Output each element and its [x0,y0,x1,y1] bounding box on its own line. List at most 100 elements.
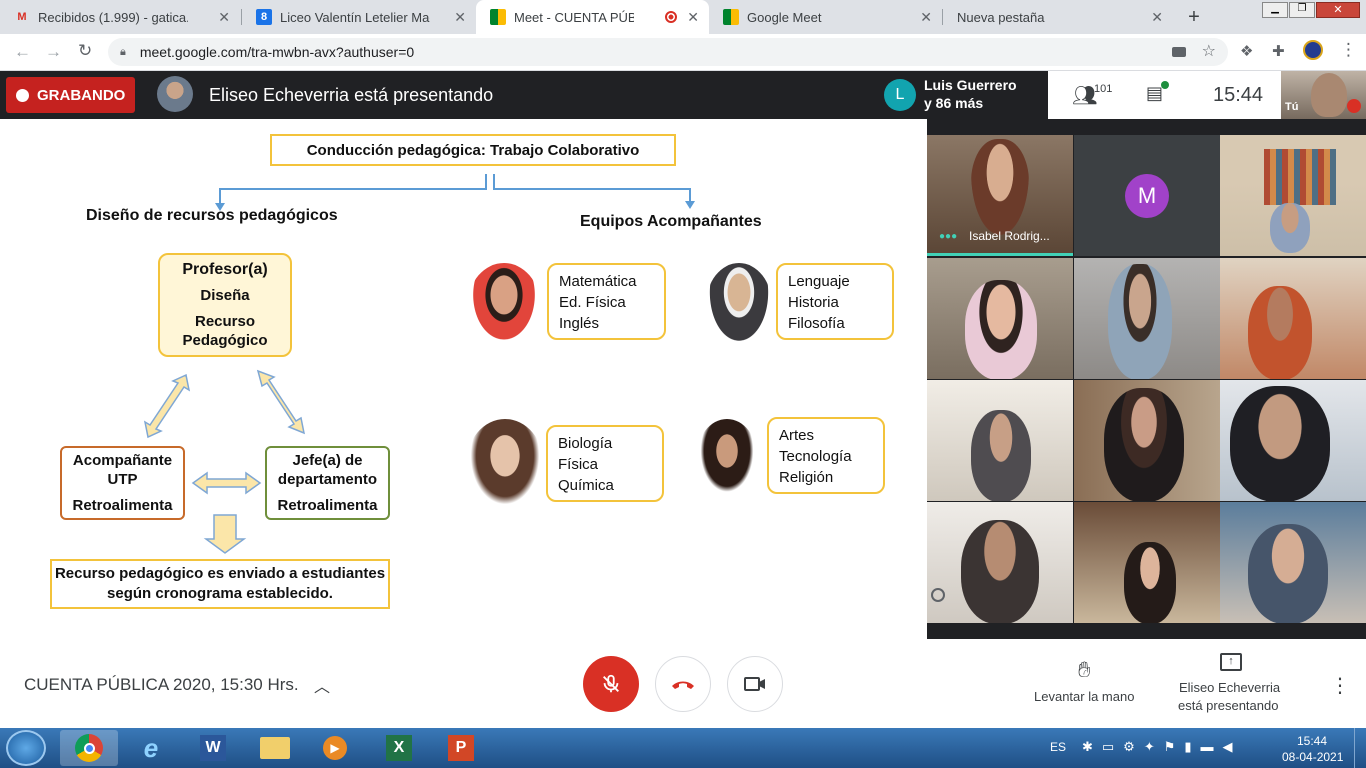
team-box-1: Matemática Ed. Física Inglés [547,263,666,340]
presenter-avatar [157,76,193,112]
window-close-icon[interactable]: ✕ [1316,2,1360,18]
tray-icons[interactable]: ✱▭⚙✦⚑▮▬◀ [1082,739,1242,755]
profile-avatar[interactable] [1303,40,1323,60]
mic-off-icon [603,674,619,693]
presenting-text: Eliseo Echeverria está presentando [209,85,494,105]
powerpoint-icon: P [448,735,474,761]
bookmark-star-icon[interactable]: ☆ [1202,41,1216,61]
close-icon[interactable]: ✕ [687,9,699,26]
self-label: Tú [1285,101,1299,113]
presenting-label-1[interactable]: Eliseo Echeverria [1179,680,1280,695]
speaker-more: y 86 más [924,95,984,111]
chat-notification-dot [1161,81,1169,89]
restore-icon[interactable]: ❐ [1289,2,1315,18]
menu-icon[interactable]: ⋮ [1340,40,1357,60]
close-icon[interactable]: ✕ [920,9,932,26]
participant-avatar: M [1125,174,1169,218]
word-icon: W [200,735,226,761]
sites-icon: 8 [256,9,272,25]
camera-icon [744,677,765,691]
participant-tile[interactable] [1220,258,1366,379]
participant-face [1124,542,1176,623]
pin-icon[interactable] [931,588,945,602]
chevron-up-icon[interactable]: ︿ [314,673,330,697]
close-icon[interactable]: ✕ [454,9,466,26]
chrome-taskbar-button[interactable] [60,730,118,766]
participant-tile[interactable] [927,258,1073,379]
participant-tile[interactable] [1220,135,1366,256]
word-taskbar-button[interactable]: W [184,730,242,766]
raise-hand-label[interactable]: Levantar la mano [1034,689,1134,704]
participant-face [1108,264,1172,379]
tab-gmail[interactable]: M Recibidos (1.999) - gatica.jaime ✕ [0,0,240,34]
minimize-icon[interactable]: ▁ [1262,2,1288,18]
participant-tile[interactable] [927,380,1073,501]
participant-grid: ●●● Isabel Rodrig... M [927,119,1366,639]
show-desktop-button[interactable] [1354,728,1366,768]
tab-google-meet[interactable]: Google Meet ✕ [709,0,942,34]
extensions-icon[interactable]: ✚ [1272,42,1285,60]
team-photo-4 [696,419,758,499]
tab-new[interactable]: Nueva pestaña ✕ [943,0,1173,34]
team-photo-3 [466,419,544,511]
gmail-icon: M [17,11,27,23]
explorer-taskbar-button[interactable] [246,730,304,766]
powerpoint-taskbar-button[interactable]: P [432,730,490,766]
participants-count: 101 [1094,83,1113,95]
participant-tile[interactable] [927,502,1073,623]
back-icon[interactable]: ← [14,42,31,62]
recording-badge: GRABANDO [6,77,135,113]
close-icon[interactable]: ✕ [1151,9,1163,26]
dropbox-icon[interactable]: ❖ [1240,42,1253,60]
forward-icon[interactable]: → [45,42,62,62]
language-indicator[interactable]: ES [1050,740,1066,754]
participant-tile[interactable] [1074,502,1220,623]
participant-tile[interactable] [1074,258,1220,379]
participant-tile[interactable] [1220,502,1366,623]
speaker-name: Luis Guerrero [924,77,1017,93]
media-player-icon: ▶ [323,736,347,760]
chrome-icon [75,734,103,762]
tray-date: 08-04-2021 [1282,750,1344,764]
browser-tab-strip: M Recibidos (1.999) - gatica.jaime ✕ 8 L… [0,0,1366,34]
participant-face [1248,524,1328,623]
participant-face [971,410,1031,501]
participant-tile[interactable]: M [1074,135,1220,256]
camera-permission-icon[interactable] [1172,47,1186,57]
record-dot-icon [16,88,29,102]
tab-meet-active[interactable]: Meet - CUENTA PÚBLICA 20 ✕ [476,0,709,34]
participant-tile[interactable] [1074,380,1220,501]
mic-toggle-button[interactable] [583,656,639,712]
participant-tile[interactable]: ●●● Isabel Rodrig... [927,135,1073,256]
excel-icon: X [386,735,412,761]
tapestry [1264,149,1336,205]
tray-time: 15:44 [1297,734,1328,748]
camera-toggle-button[interactable] [727,656,783,712]
profesor-box: Profesor(a) Diseña Recurso Pedagógico [158,253,292,357]
meet-icon [723,9,739,25]
excel-taskbar-button[interactable]: X [370,730,428,766]
tab-title: Meet - CUENTA PÚBLICA 20 [514,9,634,25]
self-view-tile[interactable]: Tú [1281,71,1366,119]
clock: 15:44 [1213,84,1264,106]
tab-liceo[interactable]: 8 Liceo Valentín Letelier Madariag ✕ [242,0,476,34]
tab-title: Google Meet [747,9,822,25]
participant-face [965,280,1037,379]
ie-taskbar-button[interactable]: e [122,730,180,766]
new-tab-icon[interactable]: + [1182,6,1206,30]
recording-label: GRABANDO [37,86,126,104]
leave-call-button[interactable] [655,656,711,712]
lock-icon: 🔒︎ [120,45,126,58]
present-screen-icon[interactable]: ↑ [1220,653,1242,671]
self-face [1311,73,1347,117]
media-taskbar-button[interactable]: ▶ [306,730,364,766]
close-icon[interactable]: ✕ [218,9,230,26]
presenting-label-2[interactable]: está presentando [1178,698,1278,713]
reload-icon[interactable]: ↻ [78,41,92,61]
participant-face [1248,286,1312,379]
participant-tile[interactable] [1220,380,1366,501]
more-options-icon[interactable]: ⋮ [1330,673,1350,698]
address-bar[interactable]: 🔒︎ meet.google.com/tra-mwbn-avx?authuser… [108,38,1228,66]
start-button[interactable] [6,730,46,766]
raise-hand-icon[interactable]: ✋︎ [1078,657,1091,683]
